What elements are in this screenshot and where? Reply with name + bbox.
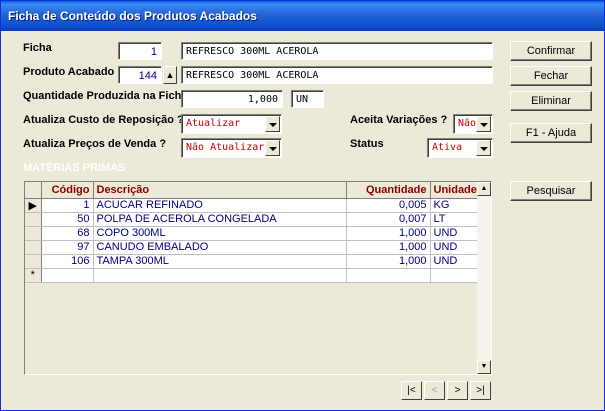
table-row[interactable]: 68 COPO 300ML 1,000 UND [25,226,479,241]
nav-last-button[interactable]: >| [470,381,491,400]
col-header-descricao[interactable]: Descrição [93,182,347,199]
cell-descricao[interactable]: COPO 300ML [93,226,347,241]
current-row-icon: ▶ [25,198,42,213]
table-row[interactable]: 97 CANUDO EMBALADO 1,000 UND [25,240,479,255]
quantidade-input[interactable]: 1,000 [181,90,283,108]
produto-description-field[interactable]: REFRESCO 300ML ACEROLA [181,66,493,84]
new-row-icon: * [25,268,42,283]
quantidade-unit-field[interactable]: UN [291,90,324,108]
cell-descricao[interactable]: CANUDO EMBALADO [93,240,347,255]
chevron-down-icon[interactable] [476,140,491,156]
cell-empty[interactable] [346,268,431,283]
col-header-quantidade[interactable]: Quantidade [346,182,431,199]
cell-quantidade[interactable]: 0,005 [346,198,431,213]
row-indicator [25,254,42,269]
ficha-description-field[interactable]: REFRESCO 300ML ACEROLA [181,42,493,60]
grid-vertical-scrollbar[interactable]: ▲ ▼ [477,182,491,374]
cell-codigo[interactable]: 106 [41,254,94,269]
window-title: Ficha de Conteúdo dos Produtos Acabados [1,1,604,31]
cell-unidade[interactable]: UND [430,254,479,269]
produto-input[interactable]: 144 [118,66,162,84]
fechar-button[interactable]: Fechar [510,66,592,86]
cell-empty[interactable] [93,268,347,283]
chevron-down-icon[interactable] [476,116,491,132]
custo-select-value: Atualizar [186,118,241,129]
cell-quantidade[interactable]: 1,000 [346,240,431,255]
table-row[interactable]: ▶ 1 ACUCAR REFINADO 0,005 KG [25,198,479,213]
variacoes-select[interactable]: Não [453,114,493,134]
nav-first-button[interactable]: |< [401,381,422,400]
nav-prev-button[interactable]: < [424,381,445,400]
produto-lookup-button[interactable]: ▲ [163,66,177,84]
main-window: Ficha de Conteúdo dos Produtos Acabados … [0,0,605,411]
cell-unidade[interactable]: LT [430,212,479,227]
materias-primas-heading: MATÉRIAS PRIMAS [23,162,126,174]
col-header-codigo[interactable]: Código [41,182,94,199]
cell-quantidade[interactable]: 1,000 [346,254,431,269]
custo-label: Atualiza Custo de Reposição ? [23,114,184,126]
materias-table: Código Descrição Quantidade Unidade ▶ 1 … [25,182,479,283]
precos-select-value: Não Atualizar [186,142,265,153]
cell-quantidade[interactable]: 1,000 [346,226,431,241]
cell-codigo[interactable]: 97 [41,240,94,255]
ficha-input[interactable]: 1 [118,42,162,60]
row-indicator [25,212,42,227]
quantidade-label: Quantidade Produzida na Ficha [23,90,188,102]
precos-label: Atualiza Preços de Venda ? [23,138,167,150]
ficha-label: Ficha [23,42,52,54]
row-indicator [25,226,42,241]
cell-empty[interactable] [430,268,479,283]
variacoes-select-value: Não [458,118,477,129]
chevron-down-icon[interactable] [265,116,280,132]
scroll-down-icon[interactable]: ▼ [477,360,491,374]
cell-codigo[interactable]: 1 [41,198,94,213]
variacoes-label: Aceita Variações ? [350,114,448,126]
produto-label: Produto Acabado [23,66,115,78]
cell-quantidade[interactable]: 0,007 [346,212,431,227]
table-row[interactable]: 50 POLPA DE ACEROLA CONGELADA 0,007 LT [25,212,479,227]
pesquisar-button[interactable]: Pesquisar [510,181,592,201]
cell-unidade[interactable]: UND [430,226,479,241]
cell-descricao[interactable]: ACUCAR REFINADO [93,198,347,213]
up-arrow-icon: ▲ [165,70,175,80]
table-row[interactable]: 106 TAMPA 300ML 1,000 UND [25,254,479,269]
status-label: Status [350,138,384,150]
chevron-down-icon[interactable] [265,140,280,156]
custo-select[interactable]: Atualizar [181,114,282,134]
row-indicator-header [25,182,42,199]
cell-empty[interactable] [41,268,94,283]
status-select[interactable]: Ativa [427,138,493,158]
eliminar-button[interactable]: Eliminar [510,91,592,111]
status-select-value: Ativa [432,142,463,153]
ajuda-button[interactable]: F1 - Ajuda [510,123,592,143]
nav-next-button[interactable]: > [447,381,468,400]
row-indicator [25,240,42,255]
new-row[interactable]: * [25,268,479,283]
cell-descricao[interactable]: POLPA DE ACEROLA CONGELADA [93,212,347,227]
cell-descricao[interactable]: TAMPA 300ML [93,254,347,269]
cell-unidade[interactable]: KG [430,198,479,213]
cell-codigo[interactable]: 50 [41,212,94,227]
confirmar-button[interactable]: Confirmar [510,41,592,61]
col-header-unidade[interactable]: Unidade [430,182,479,199]
cell-unidade[interactable]: UND [430,240,479,255]
scroll-up-icon[interactable]: ▲ [477,182,491,196]
materias-primas-grid[interactable]: Código Descrição Quantidade Unidade ▶ 1 … [24,181,492,375]
cell-codigo[interactable]: 68 [41,226,94,241]
precos-select[interactable]: Não Atualizar [181,138,282,158]
